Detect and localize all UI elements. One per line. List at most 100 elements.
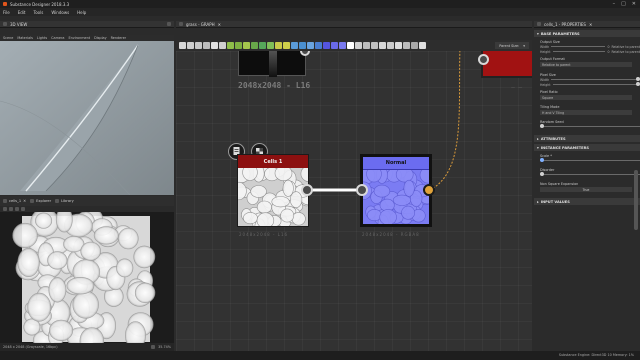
view3d-menu-scene[interactable]: Scene: [3, 36, 13, 40]
graph-tool-24-icon[interactable]: [363, 42, 370, 49]
output-width-value: 0: [607, 44, 610, 49]
view2d-canvas[interactable]: [0, 206, 174, 355]
graph-tool-7-icon[interactable]: [227, 42, 234, 49]
pixel-ratio-dropdown[interactable]: Square: [540, 95, 632, 100]
close-icon[interactable]: ✕: [632, 1, 636, 7]
graph-tool-17-icon[interactable]: [307, 42, 314, 49]
view3d-menu-lights[interactable]: Lights: [37, 36, 47, 40]
output-height-mode[interactable]: Relative to parent: [611, 50, 640, 54]
graph-tool-29-icon[interactable]: [403, 42, 410, 49]
maximize-icon[interactable]: □: [621, 1, 626, 7]
view3d-menu-renderer[interactable]: Renderer: [111, 36, 126, 40]
section-instance-parameters[interactable]: ▾ INSTANCE PARAMETERS: [534, 144, 640, 151]
random-seed-slider[interactable]: [540, 124, 640, 129]
chevron-down-icon: ▾: [537, 31, 539, 36]
view3d-viewport[interactable]: [0, 41, 174, 195]
parent-size-dropdown[interactable]: Parent Size: ▾: [495, 42, 529, 49]
menu-tools[interactable]: Tools: [33, 10, 43, 15]
graph-tool-14-icon[interactable]: [283, 42, 290, 49]
graph-tab[interactable]: grass - GRAPH ✕: [176, 21, 532, 28]
chevron-right-icon: ▸: [537, 136, 539, 141]
view3d-menu-camera[interactable]: Camera: [51, 36, 64, 40]
scale-slider[interactable]: [540, 158, 640, 163]
graph-tool-19-icon[interactable]: [323, 42, 330, 49]
graph-tool-27-icon[interactable]: [387, 42, 394, 49]
fit-icon[interactable]: [3, 207, 7, 211]
settings-icon[interactable]: [21, 207, 25, 211]
zoom-readout[interactable]: 35.74%: [158, 345, 171, 349]
non-square-toggle[interactable]: True: [540, 187, 632, 192]
close-icon[interactable]: ✕: [589, 22, 592, 27]
graph-tool-9-icon[interactable]: [243, 42, 250, 49]
tiling-mode-dropdown[interactable]: H and V Tiling: [540, 110, 632, 115]
close-icon[interactable]: ✕: [23, 199, 26, 203]
graph-tool-3-icon[interactable]: [195, 42, 202, 49]
graph-canvas[interactable]: 2048x2048 - L16 — — Cells 1 2048x2048 - …: [176, 51, 532, 351]
node-normal-output-port[interactable]: [423, 184, 435, 196]
minimize-icon[interactable]: –: [613, 1, 616, 7]
properties-panel: ▾ BASE PARAMETERS Output Size Width 0 Re…: [534, 28, 640, 351]
graph-tool-2-icon[interactable]: [187, 42, 194, 49]
output-format-dropdown[interactable]: Relative to parent: [540, 62, 632, 67]
graph-tool-12-icon[interactable]: [267, 42, 274, 49]
graph-tool-8-icon[interactable]: [235, 42, 242, 49]
graph-tool-25-icon[interactable]: [371, 42, 378, 49]
section-base-parameters[interactable]: ▾ BASE PARAMETERS: [534, 30, 640, 37]
tab-cells-2d[interactable]: cells_1 ✕: [3, 199, 26, 203]
graph-tool-20-icon[interactable]: [331, 42, 338, 49]
graph-tool-13-icon[interactable]: [275, 42, 282, 49]
section-input-values[interactable]: ▸ INPUT VALUES: [534, 198, 640, 205]
output-width-slider[interactable]: [551, 45, 606, 48]
properties-scrollbar[interactable]: [634, 170, 638, 230]
properties-tab[interactable]: cells_1 - PROPERTIES ✕: [534, 21, 640, 28]
tile-icon[interactable]: [15, 207, 19, 211]
view3d-menu-environment[interactable]: Environment: [68, 36, 90, 40]
channels-icon[interactable]: [9, 207, 13, 211]
graph-tool-1-icon[interactable]: [179, 42, 186, 49]
graph-icon: [179, 22, 183, 26]
tab-explorer[interactable]: Explorer: [30, 199, 51, 203]
output-width-mode[interactable]: Relative to parent: [611, 45, 640, 49]
node-cells-output-port[interactable]: [301, 184, 313, 196]
menu-file[interactable]: File: [3, 10, 10, 15]
graph-tool-4-icon[interactable]: [203, 42, 210, 49]
graph-tool-16-icon[interactable]: [299, 42, 306, 49]
graph-tool-10-icon[interactable]: [251, 42, 258, 49]
pin-icon[interactable]: [167, 22, 171, 26]
output-height-slider[interactable]: [552, 50, 606, 53]
view3d-tab[interactable]: 3D VIEW: [0, 21, 174, 28]
graph-tool-28-icon[interactable]: [395, 42, 402, 49]
tiling-mode-label: Tiling Mode: [540, 105, 560, 109]
graph-tool-18-icon[interactable]: [315, 42, 322, 49]
graph-tool-22-icon[interactable]: [347, 42, 354, 49]
graph-tool-6-icon[interactable]: [219, 42, 226, 49]
menu-help[interactable]: Help: [77, 10, 86, 15]
graph-tool-5-icon[interactable]: [211, 42, 218, 49]
graph-tool-21-icon[interactable]: [339, 42, 346, 49]
node-cells-1[interactable]: Cells 1: [237, 154, 309, 227]
graph-tool-31-icon[interactable]: [419, 42, 426, 49]
tab-library[interactable]: Library: [55, 199, 74, 203]
menu-windows[interactable]: Windows: [51, 10, 69, 15]
pixel-width-slider[interactable]: [551, 77, 640, 82]
menu-edit[interactable]: Edit: [18, 10, 26, 15]
view3d-menu-materials[interactable]: Materials: [17, 36, 33, 40]
view3d-menu-display[interactable]: Display: [94, 36, 107, 40]
zoom-icon[interactable]: [151, 345, 156, 349]
graph-tool-15-icon[interactable]: [291, 42, 298, 49]
graph-toolbar: Parent Size: ▾: [176, 40, 532, 51]
node-output[interactable]: [481, 51, 532, 78]
pixel-height-slider[interactable]: [552, 82, 640, 87]
graph-tool-30-icon[interactable]: [411, 42, 418, 49]
graph-tool-26-icon[interactable]: [379, 42, 386, 49]
disorder-slider[interactable]: [540, 172, 640, 177]
section-attributes[interactable]: ▸ ATTRIBUTES: [534, 135, 640, 142]
output-size-height-row: Height 0 Relative to parent: [534, 49, 640, 54]
node-normal[interactable]: Normal: [360, 154, 432, 227]
graph-tool-23-icon[interactable]: [355, 42, 362, 49]
node-top-l16[interactable]: [238, 51, 306, 77]
graph-tool-11-icon[interactable]: [259, 42, 266, 49]
node-output-input-port[interactable]: [478, 54, 489, 65]
node-normal-input-port[interactable]: [356, 184, 368, 196]
close-icon[interactable]: ✕: [218, 22, 221, 27]
